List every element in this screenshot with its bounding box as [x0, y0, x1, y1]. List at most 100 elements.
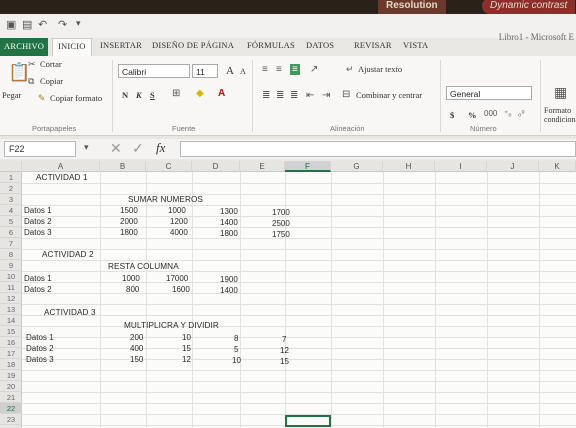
row-header-7[interactable]: 7 — [0, 238, 22, 249]
cancel-icon[interactable]: ✕ — [110, 140, 122, 157]
save-icon[interactable]: ▤ — [22, 18, 32, 31]
column-header-k[interactable]: K — [539, 161, 576, 172]
row-header-9[interactable]: 9 — [0, 260, 22, 271]
orientation-icon[interactable]: ↗ — [310, 64, 318, 75]
cell-d16[interactable]: 10 — [232, 356, 241, 365]
copy-icon[interactable]: ⧉ — [28, 76, 34, 87]
align-right-icon[interactable]: ≣ — [290, 90, 298, 101]
select-all-corner[interactable] — [0, 161, 22, 172]
align-center-icon[interactable]: ≣ — [276, 90, 284, 101]
cell-d14[interactable]: 8 — [234, 334, 238, 343]
align-middle-icon[interactable]: ≡ — [276, 64, 282, 75]
cell-b15[interactable]: 400 — [130, 344, 143, 353]
name-box[interactable]: F22 — [4, 141, 76, 157]
cell-d5[interactable]: 1800 — [220, 229, 238, 238]
cut-button[interactable]: Cortar — [40, 59, 62, 69]
row-header-12[interactable]: 12 — [0, 293, 22, 304]
borders-icon[interactable]: ⊞ — [172, 88, 180, 99]
column-header-g[interactable]: G — [331, 161, 383, 172]
column-header-i[interactable]: I — [435, 161, 487, 172]
italic-button[interactable]: K — [136, 90, 142, 100]
insert-function-button[interactable]: fx — [156, 140, 165, 156]
format-painter-icon[interactable]: ✎ — [38, 93, 46, 104]
align-top-icon[interactable]: ≡ — [262, 64, 268, 75]
tab-datos[interactable]: DATOS — [306, 40, 334, 50]
align-left-icon[interactable]: ≣ — [262, 90, 270, 101]
font-color-icon[interactable]: A — [218, 88, 225, 99]
bold-button[interactable]: N — [122, 90, 128, 100]
wrap-text-icon[interactable]: ↵ — [346, 64, 354, 75]
tab-diseno-de-pagina[interactable]: DISEÑO DE PÁGINA — [152, 40, 234, 50]
row-header-20[interactable]: 20 — [0, 381, 22, 392]
row-header-4[interactable]: 4 — [0, 205, 22, 216]
conditional-format-button[interactable]: Formato condicional — [544, 106, 576, 124]
row-header-17[interactable]: 17 — [0, 348, 22, 359]
cell-a16[interactable]: Datos 3 — [26, 355, 54, 364]
cell-b10[interactable]: 800 — [126, 285, 139, 294]
row-header-14[interactable]: 14 — [0, 315, 22, 326]
column-header-j[interactable]: J — [487, 161, 539, 172]
cell-c15[interactable]: 15 — [182, 344, 191, 353]
grow-font-button[interactable]: A — [226, 65, 234, 77]
decrease-indent-icon[interactable]: ⇤ — [306, 90, 314, 101]
tab-revisar[interactable]: REVISAR — [354, 40, 392, 50]
formula-input[interactable] — [180, 141, 576, 157]
cell-e3[interactable]: 1700 — [272, 208, 290, 217]
cell-a4[interactable]: Datos 2 — [24, 217, 52, 226]
row-header-15[interactable]: 15 — [0, 326, 22, 337]
redo-icon[interactable]: ↷ — [58, 18, 67, 31]
column-header-f[interactable]: F — [285, 161, 331, 172]
copy-button[interactable]: Copiar — [40, 76, 63, 86]
row-header-2[interactable]: 2 — [0, 183, 22, 194]
cell-c14[interactable]: 10 — [182, 333, 191, 342]
wrap-text-button[interactable]: Ajustar texto — [358, 64, 402, 74]
cell-a1[interactable]: ACTIVIDAD 1 — [36, 173, 88, 182]
increase-decimal-icon[interactable]: ⁺₀ — [504, 109, 512, 118]
cell-b14[interactable]: 200 — [130, 333, 143, 342]
cell-a5[interactable]: Datos 3 — [24, 228, 52, 237]
cell-e15[interactable]: 12 — [280, 346, 289, 355]
conditional-format-icon[interactable]: ▦ — [554, 84, 567, 101]
cell-b4[interactable]: 2000 — [120, 217, 138, 226]
cell-a7[interactable]: ACTIVIDAD 2 — [42, 250, 94, 259]
font-name-select[interactable]: Calibri — [118, 64, 190, 78]
column-header-h[interactable]: H — [383, 161, 435, 172]
currency-button[interactable]: $ — [450, 110, 454, 120]
active-cell-f22[interactable] — [285, 415, 331, 427]
column-header-e[interactable]: E — [240, 161, 285, 172]
cut-icon[interactable]: ✂ — [28, 59, 36, 70]
cell-e4[interactable]: 2500 — [272, 219, 290, 228]
column-header-a[interactable]: A — [22, 161, 100, 172]
cell-d9[interactable]: 1900 — [220, 275, 238, 284]
decrease-decimal-icon[interactable]: ₀⁰ — [518, 109, 525, 118]
cell-c5[interactable]: 4000 — [170, 228, 188, 237]
cell-b13[interactable]: MULTIPLICRA Y DIVIDIR — [124, 321, 219, 330]
merge-center-button[interactable]: Combinar y centrar — [356, 90, 422, 100]
name-box-dropdown-icon[interactable]: ▾ — [84, 142, 89, 153]
customize-qat-icon[interactable]: ▾ — [76, 18, 81, 29]
cell-b16[interactable]: 150 — [130, 355, 143, 364]
shrink-font-button[interactable]: A — [240, 67, 246, 76]
spreadsheet-grid[interactable]: A B C D E F G H I J K 1 2 3 4 5 6 7 8 9 … — [0, 161, 576, 428]
row-header-19[interactable]: 19 — [0, 370, 22, 381]
cell-a3[interactable]: Datos 1 — [24, 206, 52, 215]
cell-b5[interactable]: 1800 — [120, 228, 138, 237]
tab-vista[interactable]: VISTA — [403, 40, 428, 50]
cell-d15[interactable]: 5 — [234, 345, 238, 354]
row-header-8[interactable]: 8 — [0, 249, 22, 260]
row-header-6[interactable]: 6 — [0, 227, 22, 238]
cell-e5[interactable]: 1750 — [272, 230, 290, 239]
tab-inicio[interactable]: INICIO — [52, 38, 92, 56]
cell-c3[interactable]: 1000 — [168, 206, 186, 215]
cell-c16[interactable]: 12 — [182, 355, 191, 364]
row-header-22[interactable]: 22 — [0, 403, 22, 414]
cell-c9[interactable]: 17000 — [166, 274, 188, 283]
font-size-select[interactable]: 11 — [192, 64, 218, 78]
cell-b3[interactable]: 1500 — [120, 206, 138, 215]
increase-indent-icon[interactable]: ⇥ — [322, 90, 330, 101]
tab-formulas[interactable]: FÓRMULAS — [247, 40, 295, 50]
cell-d4[interactable]: 1400 — [220, 218, 238, 227]
paste-button[interactable]: Pegar — [2, 90, 21, 100]
cell-c10[interactable]: 1600 — [172, 285, 190, 294]
row-header-21[interactable]: 21 — [0, 392, 22, 403]
